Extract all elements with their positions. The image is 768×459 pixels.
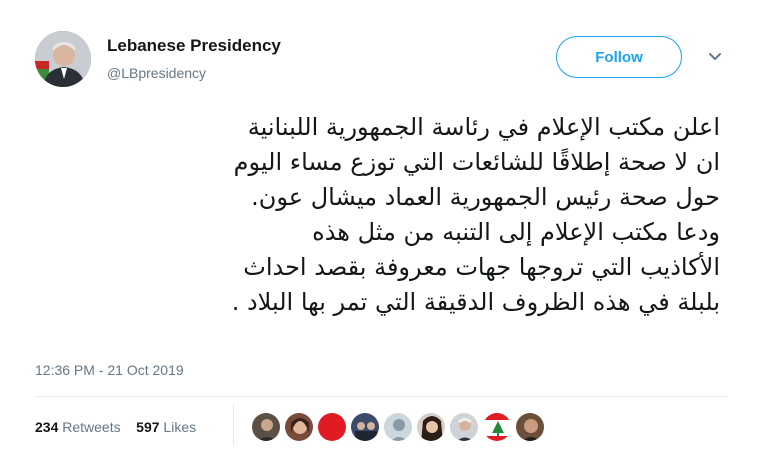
liker-avatar[interactable]	[482, 412, 512, 442]
divider	[35, 396, 727, 397]
liker-avatar[interactable]	[317, 412, 347, 442]
liker-avatar[interactable]	[383, 412, 413, 442]
stats-divider	[233, 403, 234, 446]
profile-avatar[interactable]	[35, 31, 91, 87]
chevron-down-icon[interactable]	[708, 52, 722, 62]
display-name[interactable]: Lebanese Presidency	[107, 36, 281, 56]
likes-stat[interactable]: 597 Likes	[136, 419, 196, 435]
tweet-line: بلبلة في هذه الظروف الدقيقة التي تمر بها…	[231, 288, 720, 316]
tweet-stats: 234 Retweets 597 Likes	[35, 419, 196, 435]
liker-avatar[interactable]	[350, 412, 380, 442]
tweet-line: اعلن مكتب الإعلام في رئاسة الجمهورية الل…	[247, 113, 720, 141]
likes-label: Likes	[163, 419, 197, 435]
tweet-text: اعلن مكتب الإعلام في رئاسة الجمهورية الل…	[30, 110, 720, 320]
tweet-line: ودعا مكتب الإعلام إلى التنبه من مثل هذه	[312, 218, 720, 246]
tweet-line: ان لا صحة إطلاقًا للشائعات التي توزع مسا…	[233, 148, 720, 176]
liker-avatar[interactable]	[515, 412, 545, 442]
retweets-count: 234	[35, 419, 59, 435]
follow-button[interactable]: Follow	[556, 36, 682, 78]
tweet-timestamp[interactable]: 12:36 PM - 21 Oct 2019	[35, 362, 184, 378]
liker-avatar[interactable]	[416, 412, 446, 442]
user-handle[interactable]: @LBpresidency	[107, 65, 206, 81]
tweet-line: الأكاذيب التي تروجها جهات معروفة بقصد اح…	[243, 253, 720, 281]
tweet-header: Lebanese Presidency @LBpresidency Follow	[35, 28, 735, 92]
liker-avatar[interactable]	[449, 412, 479, 442]
liker-avatar[interactable]	[284, 412, 314, 442]
liker-avatar[interactable]	[251, 412, 281, 442]
tweet-line: حول صحة رئيس الجمهورية العماد ميشال عون.	[251, 183, 720, 211]
retweets-stat[interactable]: 234 Retweets	[35, 419, 121, 435]
retweets-label: Retweets	[62, 419, 121, 435]
likes-count: 597	[136, 419, 160, 435]
